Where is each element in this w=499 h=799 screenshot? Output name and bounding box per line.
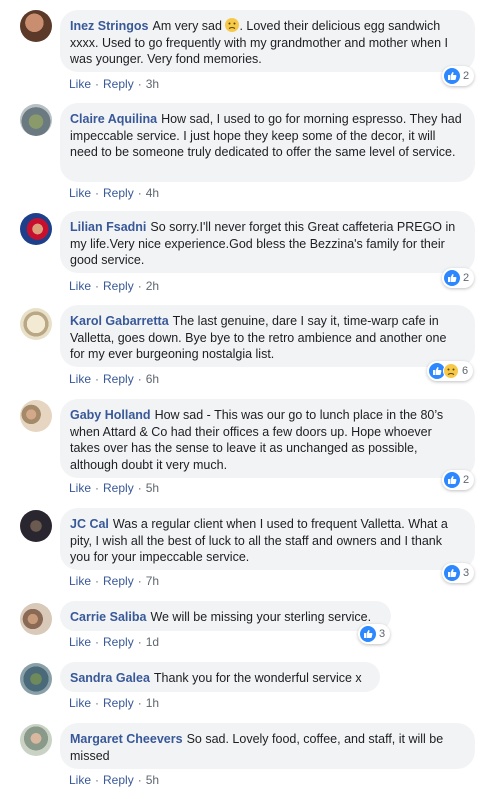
comment-actions: Like · Reply · 5h [69, 481, 159, 495]
reply-link[interactable]: Reply [103, 574, 134, 588]
comment-actions: Like · Reply · 3h [69, 77, 159, 91]
comment-actions: Like · Reply · 5h [69, 773, 159, 787]
separator: · [137, 635, 142, 649]
like-link[interactable]: Like [69, 481, 91, 495]
comment-bubble: Gaby Holland How sad - This was our go to… [60, 399, 475, 478]
reaction-count[interactable]: 3 [442, 563, 475, 583]
avatar[interactable] [20, 400, 52, 432]
comment-author[interactable]: Lilian Fsadni [70, 220, 146, 234]
separator: · [137, 372, 142, 386]
separator: · [95, 186, 100, 200]
avatar[interactable] [20, 603, 52, 635]
like-link[interactable]: Like [69, 372, 91, 386]
like-link[interactable]: Like [69, 773, 91, 787]
comment-time[interactable]: 3h [146, 77, 159, 91]
comment-actions: Like · Reply · 1h [69, 696, 159, 710]
reply-link[interactable]: Reply [103, 372, 134, 386]
comment-time[interactable]: 7h [146, 574, 159, 588]
comment-time[interactable]: 5h [146, 773, 159, 787]
reaction-count[interactable]: 2 [442, 470, 475, 490]
comment-bubble: Margaret Cheevers So sad. Lovely food, co… [60, 723, 475, 769]
separator: · [137, 696, 142, 710]
sad-icon [443, 363, 459, 379]
comment-bubble: JC Cal Was a regular client when I used t… [60, 508, 475, 570]
reply-link[interactable]: Reply [103, 186, 134, 200]
separator: · [137, 773, 142, 787]
separator: · [95, 77, 100, 91]
comment-text: Was a regular client when I used to freq… [70, 517, 448, 564]
reply-link[interactable]: Reply [103, 696, 134, 710]
like-icon [444, 270, 460, 286]
comment-author[interactable]: Karol Gabarretta [70, 314, 169, 328]
avatar[interactable] [20, 724, 52, 756]
comment-text: We will be missing your sterling service… [150, 610, 372, 624]
separator: · [95, 635, 100, 649]
sad-face-icon [225, 18, 240, 32]
comment-bubble: Karol Gabarretta The last genuine, dare I… [60, 305, 475, 367]
like-link[interactable]: Like [69, 696, 91, 710]
separator: · [95, 372, 100, 386]
separator: · [137, 77, 142, 91]
comment-actions: Like · Reply · 2h [69, 279, 159, 293]
like-link[interactable]: Like [69, 635, 91, 649]
comment-bubble: Inez Stringos Am very sad . Loved their d… [60, 10, 475, 72]
reply-link[interactable]: Reply [103, 635, 134, 649]
separator: · [95, 773, 100, 787]
separator: · [137, 279, 142, 293]
reaction-count[interactable]: 2 [442, 268, 475, 288]
comment-author[interactable]: Claire Aquilina [70, 112, 157, 126]
avatar[interactable] [20, 104, 52, 136]
comment-author[interactable]: Margaret Cheevers [70, 732, 183, 746]
like-icon [444, 68, 460, 84]
avatar[interactable] [20, 308, 52, 340]
comment-actions: Like · Reply · 6h [69, 372, 159, 386]
avatar[interactable] [20, 10, 52, 42]
separator: · [95, 696, 100, 710]
reply-link[interactable]: Reply [103, 77, 134, 91]
separator: · [95, 279, 100, 293]
like-icon [360, 626, 376, 642]
comment-actions: Like · Reply · 1d [69, 635, 159, 649]
comment-bubble: Claire Aquilina How sad, I used to go for… [60, 103, 475, 182]
comment-author[interactable]: Carrie Saliba [70, 610, 146, 624]
comment-author[interactable]: Inez Stringos [70, 19, 148, 33]
separator: · [137, 481, 142, 495]
comment-time[interactable]: 4h [146, 186, 159, 200]
like-link[interactable]: Like [69, 574, 91, 588]
separator: · [137, 186, 142, 200]
like-link[interactable]: Like [69, 279, 91, 293]
like-icon [444, 472, 460, 488]
comment-text: Am very sad [152, 19, 222, 33]
comment-time[interactable]: 1h [146, 696, 159, 710]
reaction-count[interactable]: 6 [427, 361, 474, 381]
reply-link[interactable]: Reply [103, 773, 134, 787]
comment-author[interactable]: Sandra Galea [70, 671, 150, 685]
avatar[interactable] [20, 213, 52, 245]
like-link[interactable]: Like [69, 77, 91, 91]
reply-link[interactable]: Reply [103, 279, 134, 293]
comment-actions: Like · Reply · 7h [69, 574, 159, 588]
comment-time[interactable]: 2h [146, 279, 159, 293]
comment-time[interactable]: 1d [146, 635, 159, 649]
comment-bubble: Lilian Fsadni So sorry.I'll never forget … [60, 211, 475, 273]
reply-link[interactable]: Reply [103, 481, 134, 495]
like-icon [444, 565, 460, 581]
avatar[interactable] [20, 663, 52, 695]
separator: · [95, 481, 100, 495]
comment-actions: Like · Reply · 4h [69, 186, 159, 200]
comment-author[interactable]: Gaby Holland [70, 408, 151, 422]
separator: · [95, 574, 100, 588]
separator: · [137, 574, 142, 588]
comment-time[interactable]: 5h [146, 481, 159, 495]
comment-time[interactable]: 6h [146, 372, 159, 386]
reaction-count[interactable]: 2 [442, 66, 475, 86]
comment-bubble: Sandra Galea Thank you for the wonderful … [60, 662, 380, 692]
comment-bubble: Carrie Saliba We will be missing your ste… [60, 601, 391, 631]
comment-author[interactable]: JC Cal [70, 517, 109, 531]
like-link[interactable]: Like [69, 186, 91, 200]
avatar[interactable] [20, 510, 52, 542]
reaction-count[interactable]: 3 [358, 624, 391, 644]
comment-text: Thank you for the wonderful service x [153, 671, 362, 685]
